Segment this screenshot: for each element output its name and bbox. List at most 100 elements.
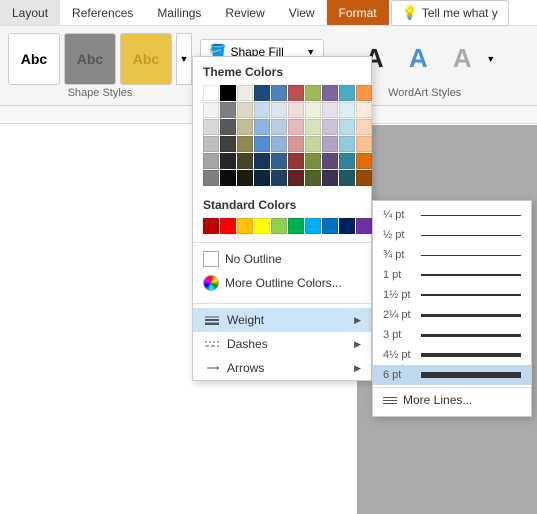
menu-format[interactable]: Format <box>327 0 389 25</box>
weight-option-row[interactable]: 2¼ pt <box>373 305 531 325</box>
theme-color-cell[interactable] <box>305 136 321 152</box>
shape-btn-1[interactable]: Abc <box>8 33 60 85</box>
weight-option-row[interactable]: 6 pt <box>373 365 531 385</box>
theme-color-cell[interactable] <box>339 170 355 186</box>
weight-option-row[interactable]: ½ pt <box>373 225 531 245</box>
weight-option-row[interactable]: ¼ pt <box>373 205 531 225</box>
theme-color-cell[interactable] <box>339 136 355 152</box>
theme-color-cell[interactable] <box>203 102 219 118</box>
theme-color-cell[interactable] <box>288 85 304 101</box>
theme-color-cell[interactable] <box>322 102 338 118</box>
weight-option-row[interactable]: 4½ pt <box>373 345 531 365</box>
shape-btn-3[interactable]: Abc <box>120 33 172 85</box>
theme-color-cell[interactable] <box>203 119 219 135</box>
theme-color-cell[interactable] <box>339 153 355 169</box>
shape-styles-more-arrow[interactable]: ▼ <box>176 33 192 85</box>
theme-color-cell[interactable] <box>288 102 304 118</box>
weight-option-row[interactable]: ¾ pt <box>373 245 531 265</box>
theme-color-cell[interactable] <box>305 85 321 101</box>
theme-color-cell[interactable] <box>254 136 270 152</box>
standard-color-cell[interactable] <box>220 218 236 234</box>
theme-color-cell[interactable] <box>288 136 304 152</box>
standard-color-cell[interactable] <box>322 218 338 234</box>
more-colors-option[interactable]: More Outline Colors... <box>193 271 371 299</box>
wordart-btn-3[interactable]: A <box>442 33 482 85</box>
theme-color-cell[interactable] <box>288 153 304 169</box>
theme-color-cell[interactable] <box>356 136 372 152</box>
theme-color-cell[interactable] <box>254 102 270 118</box>
theme-color-cell[interactable] <box>288 119 304 135</box>
theme-color-cell[interactable] <box>271 170 287 186</box>
theme-color-cell[interactable] <box>322 170 338 186</box>
menu-mailings[interactable]: Mailings <box>145 0 213 25</box>
theme-color-cell[interactable] <box>339 85 355 101</box>
menu-view[interactable]: View <box>277 0 327 25</box>
theme-color-cell[interactable] <box>322 153 338 169</box>
theme-color-cell[interactable] <box>271 85 287 101</box>
theme-color-cell[interactable] <box>339 102 355 118</box>
theme-color-cell[interactable] <box>254 85 270 101</box>
wordart-btn-2[interactable]: A <box>398 33 438 85</box>
theme-color-cell[interactable] <box>203 170 219 186</box>
theme-color-cell[interactable] <box>322 136 338 152</box>
theme-color-cell[interactable] <box>237 85 253 101</box>
standard-color-cell[interactable] <box>271 218 287 234</box>
weight-option-row[interactable]: 3 pt <box>373 325 531 345</box>
theme-color-cell[interactable] <box>271 153 287 169</box>
theme-color-cell[interactable] <box>220 85 236 101</box>
theme-color-cell[interactable] <box>356 119 372 135</box>
theme-color-cell[interactable] <box>237 102 253 118</box>
weight-option-row[interactable]: 1½ pt <box>373 285 531 305</box>
theme-color-cell[interactable] <box>356 170 372 186</box>
menu-references[interactable]: References <box>60 0 145 25</box>
standard-color-cell[interactable] <box>356 218 372 234</box>
theme-color-cell[interactable] <box>271 102 287 118</box>
theme-color-cell[interactable] <box>271 136 287 152</box>
theme-color-cell[interactable] <box>254 170 270 186</box>
standard-color-cell[interactable] <box>288 218 304 234</box>
theme-color-cell[interactable] <box>237 136 253 152</box>
no-outline-option[interactable]: No Outline <box>193 247 371 271</box>
weight-option[interactable]: Weight ▶ <box>193 308 371 332</box>
theme-color-cell[interactable] <box>356 102 372 118</box>
dashes-icon <box>203 337 221 351</box>
wordart-more-arrow[interactable]: ▼ <box>486 33 495 85</box>
standard-color-cell[interactable] <box>203 218 219 234</box>
theme-color-cell[interactable] <box>203 85 219 101</box>
theme-color-cell[interactable] <box>305 102 321 118</box>
standard-color-cell[interactable] <box>237 218 253 234</box>
theme-color-cell[interactable] <box>254 119 270 135</box>
shape-btn-2[interactable]: Abc <box>64 33 116 85</box>
theme-color-cell[interactable] <box>356 85 372 101</box>
theme-color-cell[interactable] <box>305 119 321 135</box>
theme-color-cell[interactable] <box>220 153 236 169</box>
tell-me-box[interactable]: 💡 Tell me what y <box>391 0 509 26</box>
theme-color-cell[interactable] <box>220 119 236 135</box>
theme-color-cell[interactable] <box>339 119 355 135</box>
theme-color-cell[interactable] <box>220 102 236 118</box>
menu-layout[interactable]: Layout <box>0 0 60 25</box>
theme-color-cell[interactable] <box>220 136 236 152</box>
theme-color-cell[interactable] <box>220 170 236 186</box>
theme-color-cell[interactable] <box>237 153 253 169</box>
theme-color-cell[interactable] <box>271 119 287 135</box>
dashes-option[interactable]: Dashes ▶ <box>193 332 371 356</box>
theme-color-cell[interactable] <box>356 153 372 169</box>
arrows-option[interactable]: Arrows ▶ <box>193 356 371 380</box>
theme-color-cell[interactable] <box>288 170 304 186</box>
theme-color-cell[interactable] <box>203 153 219 169</box>
more-lines-option[interactable]: More Lines... <box>373 387 531 412</box>
standard-color-cell[interactable] <box>339 218 355 234</box>
standard-color-cell[interactable] <box>305 218 321 234</box>
weight-option-row[interactable]: 1 pt <box>373 265 531 285</box>
theme-color-cell[interactable] <box>322 119 338 135</box>
theme-color-cell[interactable] <box>237 170 253 186</box>
theme-color-cell[interactable] <box>254 153 270 169</box>
theme-color-cell[interactable] <box>203 136 219 152</box>
theme-color-cell[interactable] <box>237 119 253 135</box>
theme-color-cell[interactable] <box>305 170 321 186</box>
menu-review[interactable]: Review <box>213 0 276 25</box>
theme-color-cell[interactable] <box>322 85 338 101</box>
standard-color-cell[interactable] <box>254 218 270 234</box>
theme-color-cell[interactable] <box>305 153 321 169</box>
